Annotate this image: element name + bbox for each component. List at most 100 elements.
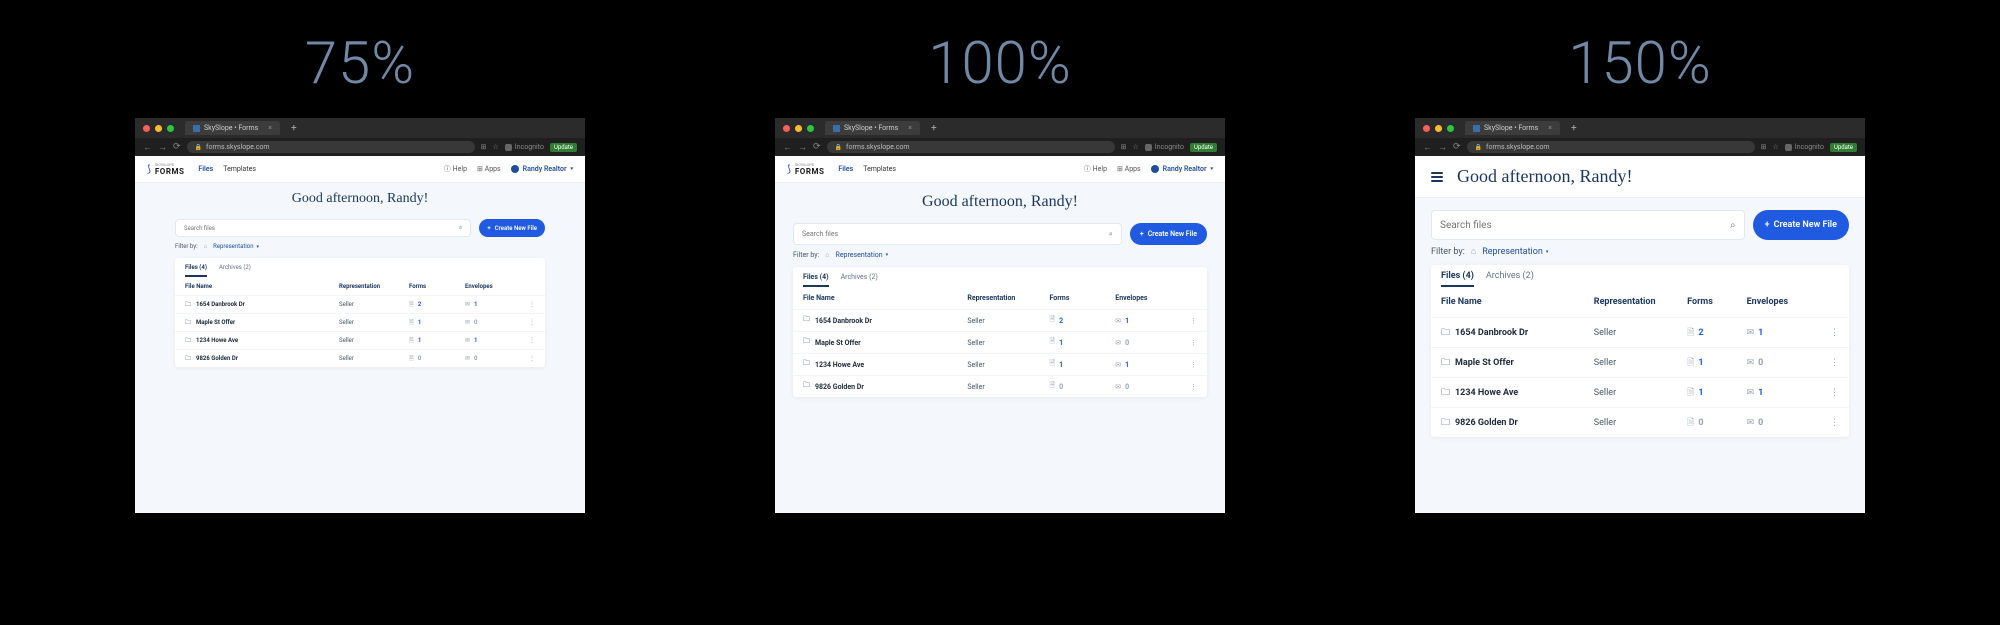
table-row[interactable]: 🗀1234 Howe AveSeller🗎1✉1⋮: [1431, 377, 1849, 407]
table-row[interactable]: 🗀Maple St OfferSeller🗎1✉0⋮: [175, 313, 545, 331]
user-menu[interactable]: Randy Realtor ▾: [511, 165, 573, 173]
extensions-icon[interactable]: ⊞: [1121, 143, 1127, 151]
table-row[interactable]: 🗀1234 Howe AveSeller🗎1✉1⋮: [793, 353, 1207, 375]
tab-close-icon[interactable]: ×: [908, 124, 912, 132]
create-file-button[interactable]: + Create New File: [479, 219, 545, 237]
help-link[interactable]: ⓘ Help: [1084, 164, 1107, 174]
search-input[interactable]: ⌕: [175, 219, 471, 237]
home-icon[interactable]: ⌂: [1471, 246, 1476, 257]
nav-files[interactable]: Files: [198, 165, 213, 173]
window-maximize-icon[interactable]: [1447, 125, 1454, 132]
table-row[interactable]: 🗀1654 Danbrook DrSeller🗎2✉1⋮: [1431, 317, 1849, 347]
window-maximize-icon[interactable]: [807, 125, 814, 132]
browser-tab[interactable]: SkySlope • Forms ×: [825, 121, 920, 135]
window-close-icon[interactable]: [1423, 125, 1430, 132]
search-input[interactable]: ⌕: [793, 223, 1122, 245]
search-icon[interactable]: ⌕: [1730, 220, 1736, 231]
app-logo[interactable]: ⟆ SKYSLOPE FORMS: [787, 162, 824, 176]
search-input-field[interactable]: [184, 225, 459, 232]
tab-files[interactable]: Files (4): [803, 273, 829, 287]
bookmark-icon[interactable]: ☆: [1133, 143, 1139, 151]
browser-tab[interactable]: SkySlope • Forms ×: [1465, 121, 1560, 135]
new-tab-icon[interactable]: +: [291, 123, 297, 134]
row-menu-icon[interactable]: ⋮: [1823, 358, 1839, 368]
tab-archives[interactable]: Archives (2): [219, 264, 251, 277]
table-row[interactable]: 🗀Maple St OfferSeller🗎1✉0⋮: [793, 331, 1207, 353]
filter-representation[interactable]: Representation ▾: [1482, 247, 1548, 257]
url-field[interactable]: 🔒 forms.skyslope.com: [1467, 141, 1755, 153]
search-icon[interactable]: ⌕: [459, 224, 462, 232]
window-minimize-icon[interactable]: [795, 125, 802, 132]
table-row[interactable]: 🗀9826 Golden DrSeller🗎0✉0⋮: [793, 375, 1207, 397]
browser-tab[interactable]: SkySlope • Forms ×: [185, 121, 280, 135]
app-logo[interactable]: ⟆ SKYSLOPE FORMS: [147, 162, 184, 176]
browser-update-button[interactable]: Update: [1830, 143, 1857, 152]
nav-templates[interactable]: Templates: [863, 165, 896, 173]
window-close-icon[interactable]: [143, 125, 150, 132]
url-field[interactable]: 🔒 forms.skyslope.com: [187, 141, 475, 153]
table-row[interactable]: 🗀1654 Danbrook DrSeller🗎2✉1⋮: [175, 295, 545, 313]
apps-link[interactable]: ⊞ Apps: [477, 165, 501, 173]
row-menu-icon[interactable]: ⋮: [1181, 383, 1197, 391]
row-menu-icon[interactable]: ⋮: [521, 301, 535, 308]
bookmark-icon[interactable]: ☆: [1773, 143, 1779, 151]
extensions-icon[interactable]: ⊞: [481, 143, 487, 151]
home-icon[interactable]: ⌂: [204, 243, 208, 250]
browser-update-button[interactable]: Update: [1190, 143, 1217, 152]
filter-representation[interactable]: Representation ▾: [213, 243, 259, 250]
row-menu-icon[interactable]: ⋮: [1823, 418, 1839, 428]
window-minimize-icon[interactable]: [155, 125, 162, 132]
row-menu-icon[interactable]: ⋮: [1181, 339, 1197, 347]
row-menu-icon[interactable]: ⋮: [521, 355, 535, 362]
url-field[interactable]: 🔒 forms.skyslope.com: [827, 141, 1115, 153]
help-link[interactable]: ⓘ Help: [444, 164, 467, 174]
tab-close-icon[interactable]: ×: [268, 124, 272, 132]
search-input[interactable]: ⌕: [1431, 210, 1745, 240]
tab-files[interactable]: Files (4): [1441, 271, 1474, 287]
table-row[interactable]: 🗀9826 Golden DrSeller🗎0✉0⋮: [175, 349, 545, 367]
nav-forward-icon[interactable]: →: [158, 142, 167, 153]
tab-files[interactable]: Files (4): [185, 264, 207, 277]
search-input-field[interactable]: [802, 230, 1109, 238]
nav-forward-icon[interactable]: →: [798, 142, 807, 153]
apps-link[interactable]: ⊞ Apps: [1117, 165, 1141, 173]
row-menu-icon[interactable]: ⋮: [1823, 328, 1839, 338]
filter-representation[interactable]: Representation ▾: [836, 251, 889, 259]
table-row[interactable]: 🗀9826 Golden DrSeller🗎0✉0⋮: [1431, 407, 1849, 437]
nav-reload-icon[interactable]: ⟳: [173, 142, 181, 152]
bookmark-icon[interactable]: ☆: [493, 143, 499, 151]
row-menu-icon[interactable]: ⋮: [1823, 388, 1839, 398]
row-menu-icon[interactable]: ⋮: [521, 337, 535, 344]
table-row[interactable]: 🗀1234 Howe AveSeller🗎1✉1⋮: [175, 331, 545, 349]
create-file-button[interactable]: + Create New File: [1130, 223, 1207, 245]
user-menu[interactable]: Randy Realtor ▾: [1151, 165, 1213, 173]
nav-back-icon[interactable]: ←: [783, 142, 792, 153]
nav-templates[interactable]: Templates: [223, 165, 256, 173]
tab-close-icon[interactable]: ×: [1548, 124, 1552, 132]
row-menu-icon[interactable]: ⋮: [1181, 317, 1197, 325]
nav-back-icon[interactable]: ←: [1423, 142, 1432, 153]
nav-back-icon[interactable]: ←: [143, 142, 152, 153]
window-close-icon[interactable]: [783, 125, 790, 132]
home-icon[interactable]: ⌂: [825, 251, 829, 259]
table-row[interactable]: 🗀1654 Danbrook DrSeller🗎2✉1⋮: [793, 309, 1207, 331]
nav-forward-icon[interactable]: →: [1438, 142, 1447, 153]
tab-archives[interactable]: Archives (2): [841, 273, 878, 287]
nav-files[interactable]: Files: [838, 165, 853, 173]
extensions-icon[interactable]: ⊞: [1761, 143, 1767, 151]
row-menu-icon[interactable]: ⋮: [521, 319, 535, 326]
create-file-button[interactable]: + Create New File: [1753, 210, 1849, 240]
new-tab-icon[interactable]: +: [931, 123, 937, 134]
nav-reload-icon[interactable]: ⟳: [813, 142, 821, 152]
nav-reload-icon[interactable]: ⟳: [1453, 142, 1461, 152]
tab-archives[interactable]: Archives (2): [1486, 271, 1534, 287]
hamburger-menu-icon[interactable]: [1431, 172, 1443, 182]
search-icon[interactable]: ⌕: [1109, 230, 1113, 239]
window-maximize-icon[interactable]: [167, 125, 174, 132]
new-tab-icon[interactable]: +: [1571, 123, 1577, 134]
search-input-field[interactable]: [1440, 220, 1730, 231]
table-row[interactable]: 🗀Maple St OfferSeller🗎1✉0⋮: [1431, 347, 1849, 377]
window-minimize-icon[interactable]: [1435, 125, 1442, 132]
browser-update-button[interactable]: Update: [550, 143, 577, 152]
row-menu-icon[interactable]: ⋮: [1181, 361, 1197, 369]
